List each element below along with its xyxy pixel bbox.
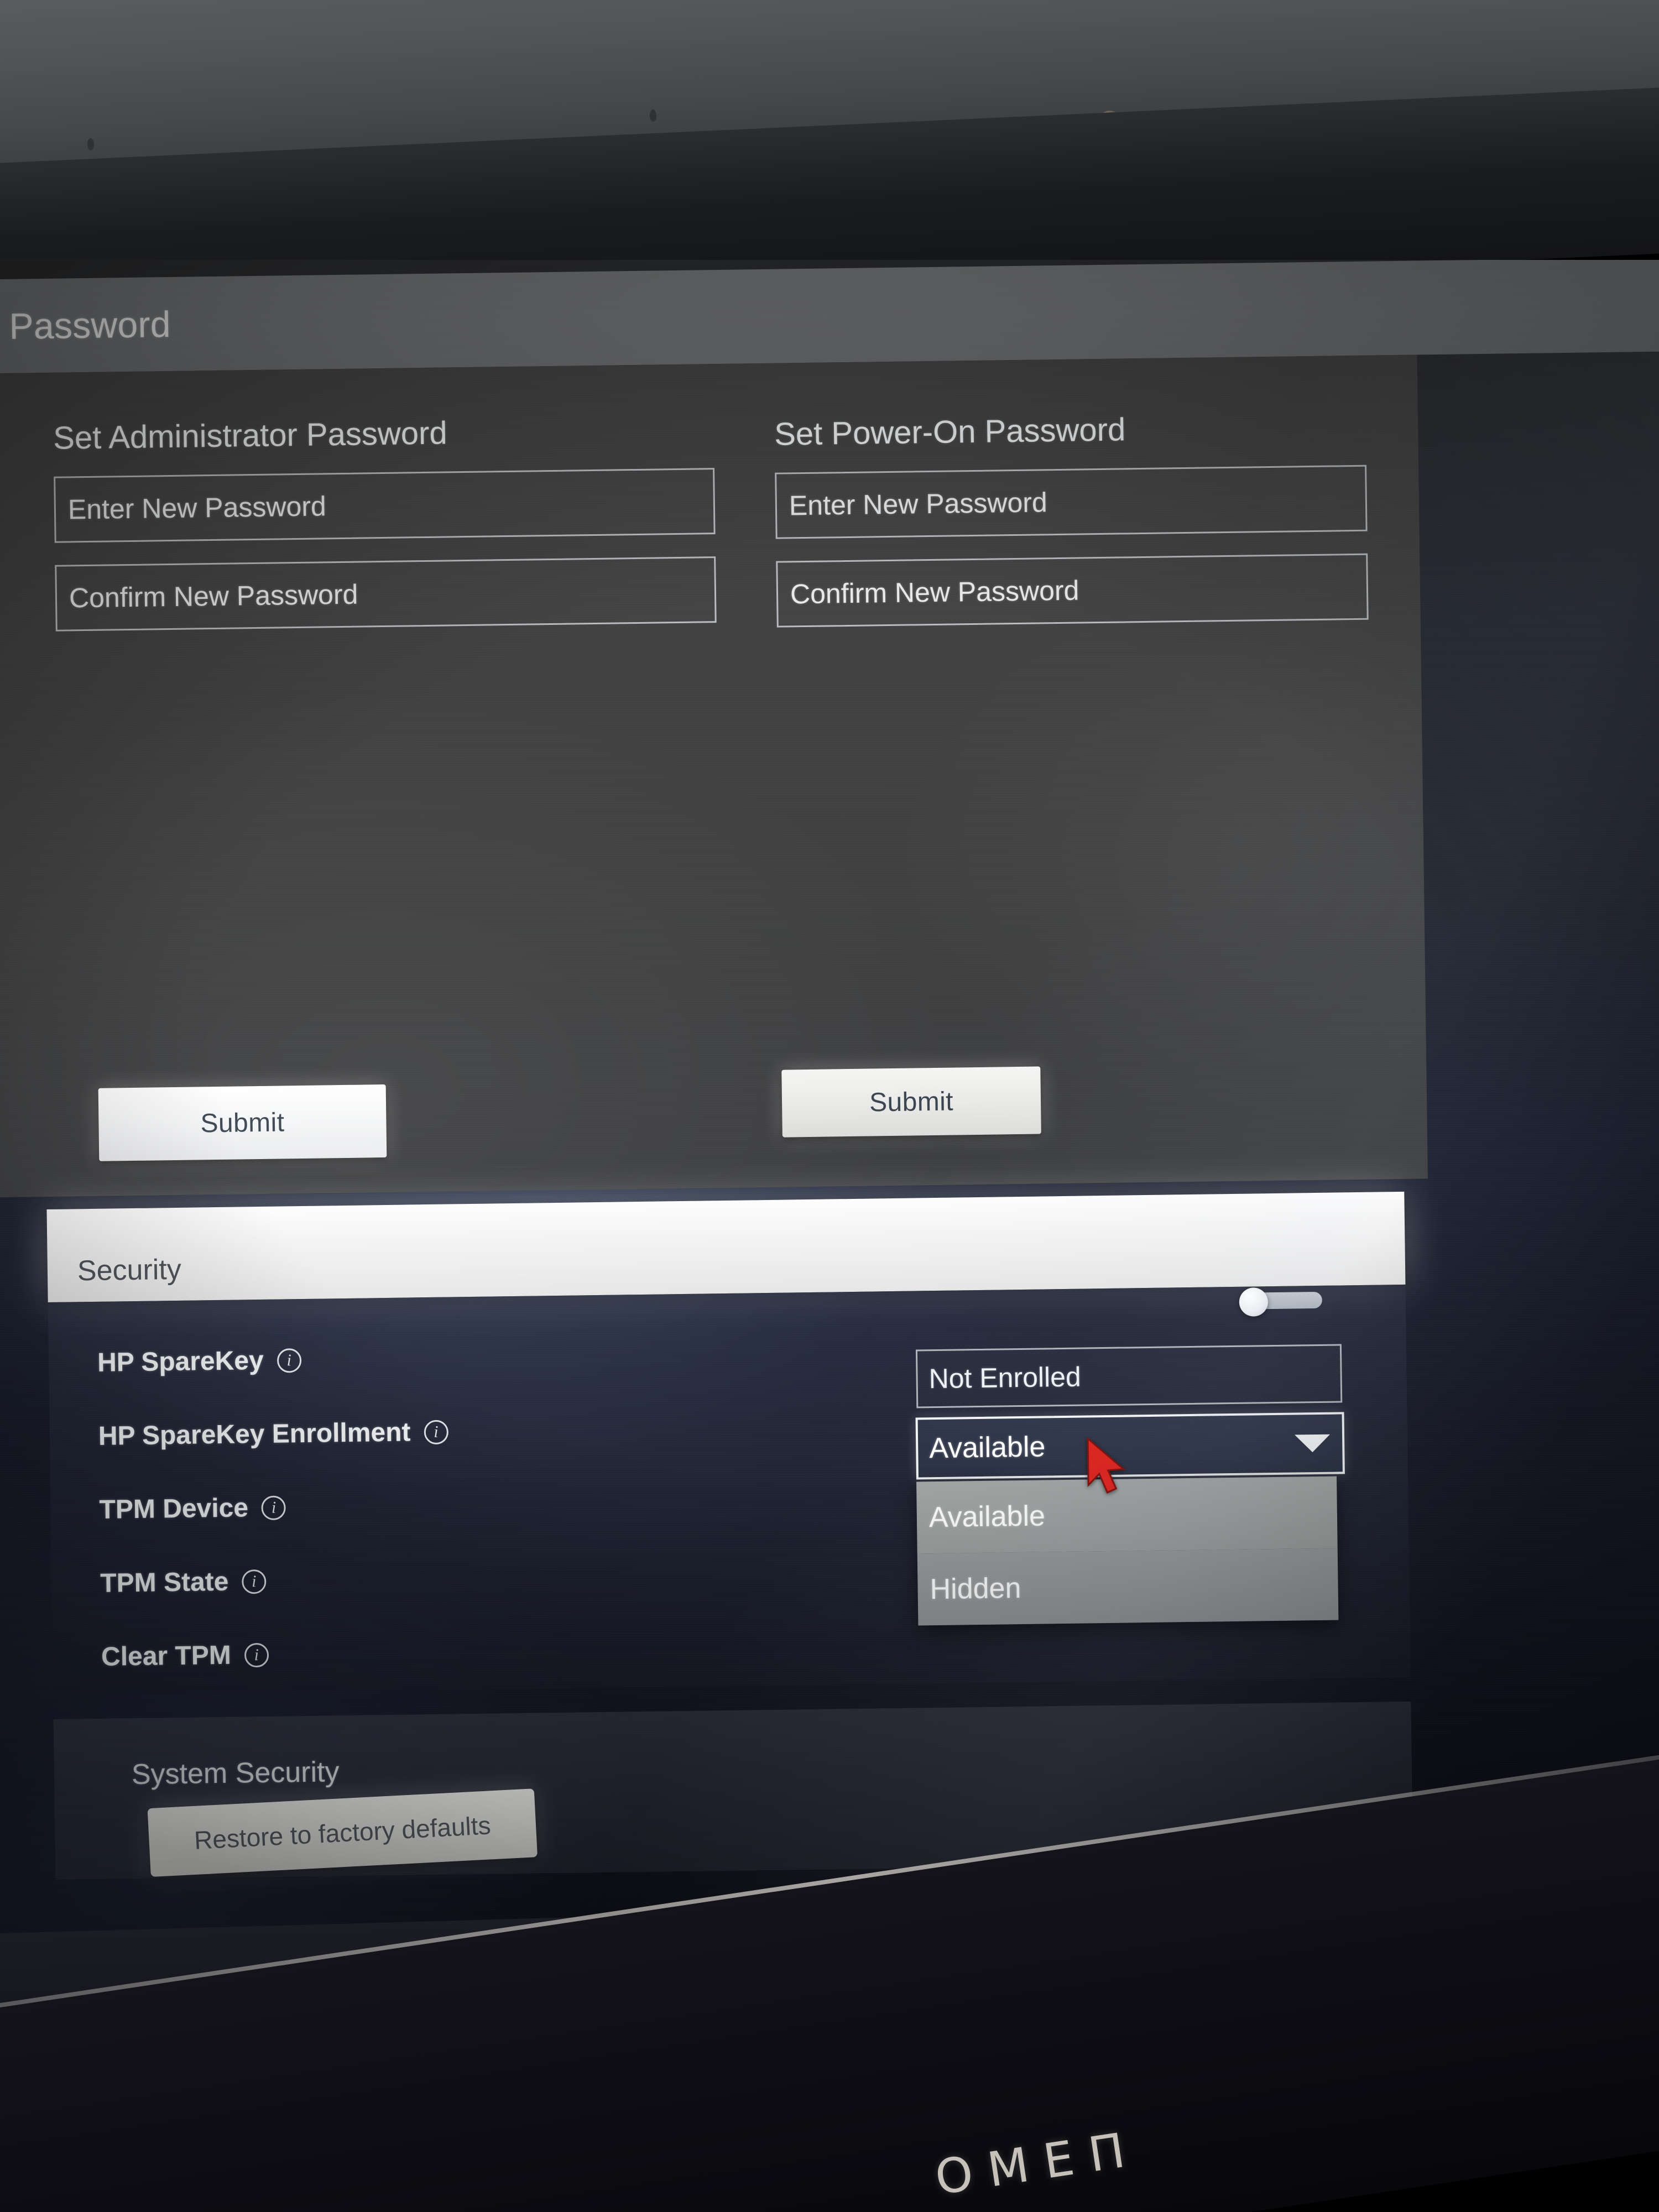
administrator-password-group: Set Administrator Password Enter New Pas… — [53, 411, 717, 654]
power-on-submit-button[interactable]: Submit — [781, 1066, 1041, 1138]
security-heading: Security — [77, 1253, 182, 1287]
security-row-label: HP SpareKey Enrollment — [98, 1417, 411, 1451]
tpm-device-select[interactable]: Available — [915, 1412, 1345, 1480]
system-security-heading: System Security — [131, 1756, 340, 1791]
security-row-tpm-device[interactable]: TPM Device i — [99, 1463, 874, 1547]
info-icon[interactable]: i — [276, 1348, 301, 1373]
security-toggle-switch[interactable] — [1239, 1287, 1323, 1317]
power-on-password-group: Set Power-On Password Enter New Password… — [774, 408, 1369, 650]
power-on-confirm-password-input[interactable]: Confirm New Password — [776, 553, 1369, 628]
security-row-label: TPM Device — [99, 1493, 249, 1525]
info-icon[interactable]: i — [242, 1569, 267, 1594]
security-section-header: Security — [46, 1191, 1406, 1303]
bios-screen: Password Set Administrator Password Ente… — [0, 260, 1659, 1980]
select-option-label: Available — [928, 1500, 1046, 1534]
security-row-hp-sparekey[interactable]: HP SpareKey i — [97, 1316, 872, 1400]
page-title: Password — [9, 303, 171, 347]
sparekey-enrollment-status-value: Not Enrolled — [928, 1361, 1082, 1395]
administrator-new-password-input[interactable]: Enter New Password — [54, 468, 716, 543]
administrator-submit-button[interactable]: Submit — [98, 1084, 387, 1161]
power-on-new-password-input[interactable]: Enter New Password — [775, 465, 1368, 539]
select-option-hidden[interactable]: Hidden — [917, 1548, 1339, 1626]
power-on-new-password-placeholder: Enter New Password — [789, 487, 1048, 521]
security-row-hp-sparekey-enrollment[interactable]: HP SpareKey Enrollment i — [98, 1390, 873, 1473]
security-row-tpm-state[interactable]: TPM State i — [100, 1537, 875, 1620]
administrator-password-heading: Set Administrator Password — [53, 415, 447, 456]
tpm-device-select-value: Available — [928, 1431, 1046, 1465]
bios-setup-ui: Password Set Administrator Password Ente… — [0, 260, 1659, 1980]
laptop-photo-scene: Password Set Administrator Password Ente… — [0, 0, 1659, 2212]
administrator-confirm-password-placeholder: Confirm New Password — [69, 578, 358, 614]
administrator-submit-label: Submit — [200, 1107, 285, 1138]
power-on-password-heading: Set Power-On Password — [774, 411, 1126, 452]
info-icon[interactable]: i — [244, 1642, 269, 1667]
security-settings-list: HP SpareKey i HP SpareKey Enrollment i T… — [97, 1316, 876, 1694]
toggle-knob — [1239, 1287, 1269, 1317]
info-icon[interactable]: i — [424, 1420, 448, 1444]
power-on-confirm-password-placeholder: Confirm New Password — [790, 575, 1079, 610]
security-row-label: TPM State — [100, 1567, 229, 1598]
chevron-down-icon — [1295, 1434, 1331, 1453]
restore-to-factory-defaults-label: Restore to factory defaults — [193, 1811, 492, 1855]
administrator-new-password-placeholder: Enter New Password — [67, 491, 327, 525]
power-on-submit-label: Submit — [869, 1087, 954, 1118]
tpm-device-select-options: Available Hidden — [916, 1476, 1339, 1626]
info-icon[interactable]: i — [261, 1495, 286, 1520]
security-row-clear-tpm[interactable]: Clear TPM i — [101, 1610, 876, 1694]
sparekey-enrollment-status-field: Not Enrolled — [915, 1344, 1343, 1408]
security-row-label: HP SpareKey — [97, 1345, 264, 1378]
administrator-confirm-password-input[interactable]: Confirm New Password — [55, 556, 717, 632]
select-option-label: Hidden — [930, 1572, 1021, 1606]
security-row-label: Clear TPM — [101, 1640, 232, 1672]
